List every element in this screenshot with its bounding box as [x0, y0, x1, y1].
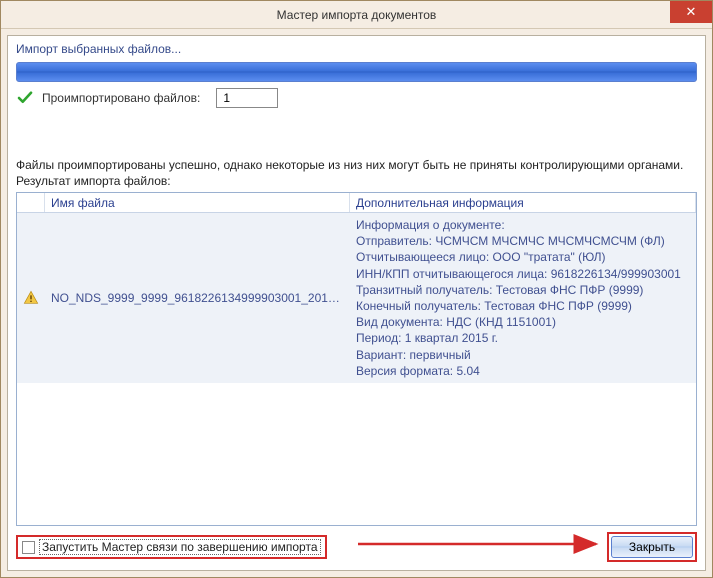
- close-icon: ✕: [686, 4, 697, 20]
- window-close-button[interactable]: ✕: [670, 1, 712, 23]
- table-row[interactable]: NO_NDS_9999_9999_9618226134999903001_201…: [17, 213, 696, 383]
- row-info: Информация о документе: Отправитель: ЧСМ…: [350, 213, 696, 383]
- import-count-field: 1: [216, 88, 278, 108]
- content-area: Импорт выбранных файлов... Проимпортиров…: [1, 29, 712, 577]
- footer-bar: Запустить Мастер связи по завершению имп…: [16, 532, 697, 562]
- close-button-highlight: Закрыть: [607, 532, 697, 562]
- table-header-info[interactable]: Дополнительная информация: [350, 193, 696, 212]
- import-warning-text: Файлы проимпортированы успешно, однако н…: [16, 158, 697, 172]
- titlebar: Мастер импорта документов ✕: [1, 1, 712, 29]
- import-progress-label: Импорт выбранных файлов...: [16, 42, 697, 56]
- window-title: Мастер импорта документов: [277, 8, 437, 22]
- row-status-cell: [17, 290, 45, 306]
- table-header-status[interactable]: [17, 193, 45, 212]
- close-button-label: Закрыть: [629, 540, 675, 554]
- launch-wizard-label: Запустить Мастер связи по завершению имп…: [39, 539, 321, 555]
- close-button[interactable]: Закрыть: [611, 536, 693, 558]
- launch-wizard-checkbox[interactable]: [22, 541, 35, 554]
- results-table: Имя файла Дополнительная информация NO_N…: [16, 192, 697, 526]
- warning-icon: [23, 290, 39, 306]
- import-status-text: Проимпортировано файлов:: [42, 91, 200, 105]
- table-header: Имя файла Дополнительная информация: [17, 193, 696, 213]
- import-result-label: Результат импорта файлов:: [16, 174, 697, 188]
- row-filename: NO_NDS_9999_9999_9618226134999903001_201…: [45, 287, 350, 309]
- import-status-row: Проимпортировано файлов: 1: [16, 88, 697, 108]
- check-icon: [16, 89, 34, 107]
- table-header-filename[interactable]: Имя файла: [45, 193, 350, 212]
- progress-bar: [16, 62, 697, 82]
- main-panel: Импорт выбранных файлов... Проимпортиров…: [7, 35, 706, 571]
- launch-wizard-checkbox-wrap[interactable]: Запустить Мастер связи по завершению имп…: [16, 535, 327, 559]
- table-body: NO_NDS_9999_9999_9618226134999903001_201…: [17, 213, 696, 525]
- import-wizard-window: Мастер импорта документов ✕ Импорт выбра…: [0, 0, 713, 578]
